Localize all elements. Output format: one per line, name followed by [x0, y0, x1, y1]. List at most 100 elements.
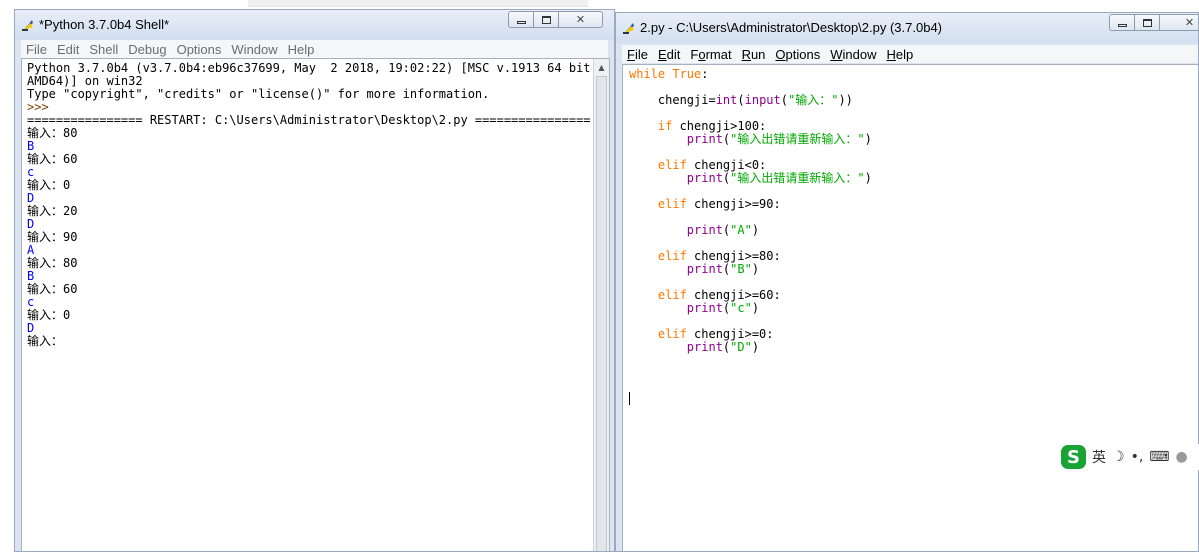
- text-caret: [629, 392, 630, 405]
- shell-line: B: [27, 269, 35, 283]
- menu-item-edit[interactable]: Edit: [52, 42, 84, 57]
- shell-menubar: File Edit Shell Debug Options Window Help: [21, 40, 608, 58]
- code-token: print: [686, 262, 723, 276]
- menu-item-options[interactable]: Options: [770, 47, 825, 62]
- minimize-button[interactable]: [508, 11, 534, 28]
- shell-line: D: [27, 191, 35, 205]
- code-token: (: [780, 93, 788, 107]
- shell-line: D: [27, 321, 35, 335]
- close-icon: ✕: [1184, 16, 1195, 29]
- code-line: print("输入出错请重新输入："): [629, 132, 872, 146]
- menu-item-file[interactable]: File: [21, 42, 52, 57]
- code-line: elif chengji<0:: [629, 158, 766, 172]
- shell-line: Type "copyright", "credits" or "license(…: [27, 87, 490, 101]
- shell-line: ================ RESTART: C:\Users\Admin…: [27, 113, 591, 127]
- code-token: (: [737, 93, 745, 107]
- shell-line: B: [27, 139, 35, 153]
- code-token: if: [657, 119, 673, 133]
- editor-code[interactable]: while True: chengji=int(input("输入：")) if…: [629, 68, 872, 354]
- keyboard-icon[interactable]: ⌨: [1149, 449, 1169, 465]
- editor-text-area[interactable]: while True: chengji=int(input("输入：")) if…: [622, 64, 1198, 551]
- python-feather-icon: [623, 23, 634, 34]
- menu-item-file[interactable]: File: [622, 47, 653, 62]
- code-token: "c": [730, 301, 752, 315]
- menu-item-debug[interactable]: Debug: [123, 42, 171, 57]
- minimize-button[interactable]: [1109, 14, 1135, 31]
- code-token: print: [686, 171, 723, 185]
- code-token: chengji<0:: [686, 158, 767, 172]
- shell-line: D: [27, 217, 35, 231]
- shell-line: >>>: [27, 100, 56, 114]
- code-line: elif chengji>=90:: [629, 197, 781, 211]
- maximize-button[interactable]: [534, 11, 559, 28]
- code-token: chengji>100:: [672, 119, 767, 133]
- shell-line: 输入：90: [27, 230, 78, 244]
- shell-output[interactable]: Python 3.7.0b4 (v3.7.0b4:eb96c37699, May…: [27, 62, 605, 348]
- editor-titlebar[interactable]: 2.py - C:\Users\Administrator\Desktop\2.…: [616, 13, 1198, 43]
- shell-line: A: [27, 243, 35, 257]
- code-token: chengji=: [629, 93, 716, 107]
- close-button[interactable]: ✕: [559, 11, 603, 28]
- scroll-up-icon[interactable]: ▲: [594, 59, 609, 75]
- menu-item-window[interactable]: Window: [825, 47, 881, 62]
- menu-item-help[interactable]: Help: [882, 47, 919, 62]
- menu-item-help[interactable]: Help: [283, 42, 320, 57]
- shell-line: c: [27, 165, 35, 179]
- code-token: ): [751, 301, 760, 315]
- code-line: print("A"): [629, 223, 759, 237]
- code-token: ): [864, 171, 872, 185]
- menu-item-run[interactable]: Run: [737, 47, 771, 62]
- code-token: ): [751, 340, 760, 354]
- code-token: elif: [657, 197, 687, 211]
- menu-item-shell[interactable]: Shell: [84, 42, 123, 57]
- code-line: print("c"): [629, 301, 759, 315]
- menu-item-window[interactable]: Window: [226, 42, 282, 57]
- code-token: )): [838, 93, 853, 107]
- shell-titlebar[interactable]: *Python 3.7.0b4 Shell* ✕: [15, 10, 614, 40]
- code-line: print("输入出错请重新输入："): [629, 171, 872, 185]
- code-line: elif chengji>=0:: [629, 327, 774, 341]
- ime-mode-toggle[interactable]: 英: [1092, 447, 1106, 467]
- shell-text-area[interactable]: Python 3.7.0b4 (v3.7.0b4:eb96c37699, May…: [21, 58, 610, 551]
- code-token: "输入：": [787, 93, 839, 107]
- scroll-thumb[interactable]: [596, 76, 607, 551]
- shell-line: 输入：: [27, 334, 64, 348]
- maximize-button[interactable]: [1135, 14, 1160, 31]
- punctuation-icon[interactable]: •,: [1131, 449, 1144, 465]
- user-icon[interactable]: ●: [1176, 449, 1188, 465]
- code-line: elif chengji>=60:: [629, 288, 781, 302]
- shell-line: 输入：80: [27, 256, 78, 270]
- code-line: chengji=int(input("输入：")): [629, 93, 853, 107]
- code-token: input: [744, 93, 781, 107]
- moon-icon[interactable]: ☽: [1112, 449, 1125, 465]
- code-token: chengji>=0:: [686, 327, 774, 341]
- sogou-logo-icon[interactable]: S: [1061, 445, 1086, 469]
- code-token: chengji>=90:: [686, 197, 781, 211]
- minimize-icon: [516, 21, 526, 24]
- minimize-icon: [1117, 24, 1127, 27]
- code-line: print("D"): [629, 340, 759, 354]
- editor-menubar: File Edit Format Run Options Window Help: [622, 45, 1198, 63]
- python-feather-icon: [22, 20, 33, 31]
- code-token: print: [686, 132, 723, 146]
- ime-toolbar[interactable]: S 英 ☽ •, ⌨ ●: [1061, 444, 1199, 470]
- code-token: elif: [657, 327, 687, 341]
- menu-item-edit[interactable]: Edit: [653, 47, 685, 62]
- code-token: ): [864, 132, 872, 146]
- shell-line: 输入：0: [27, 308, 71, 322]
- shell-vertical-scrollbar[interactable]: ▲: [593, 59, 609, 551]
- close-button[interactable]: ✕: [1160, 14, 1198, 31]
- menu-item-format[interactable]: Format: [685, 47, 736, 62]
- code-token: chengji>=60:: [686, 288, 781, 302]
- code-line: elif chengji>=80:: [629, 249, 781, 263]
- code-token: :: [701, 67, 709, 81]
- code-token: ): [751, 262, 760, 276]
- menu-item-options[interactable]: Options: [172, 42, 227, 57]
- code-token: "D": [730, 340, 752, 354]
